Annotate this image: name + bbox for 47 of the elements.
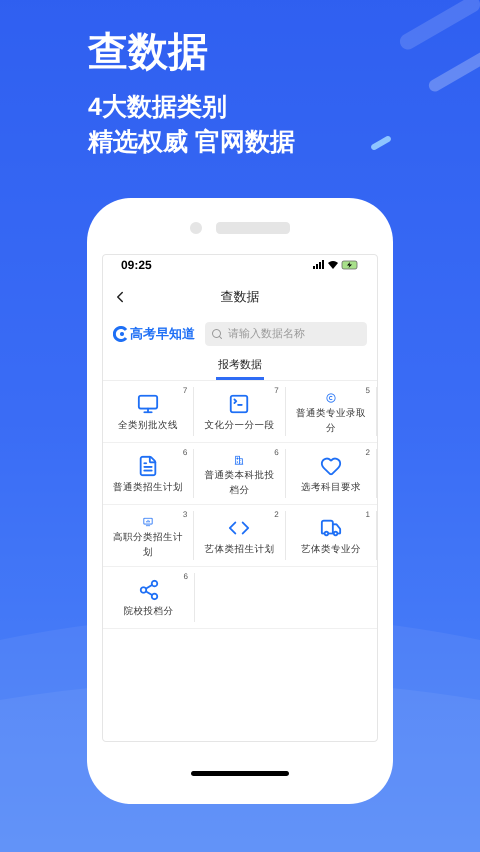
item-count: 6	[184, 570, 188, 582]
item-label: 高职分类招生计划	[112, 530, 184, 560]
terminal-icon	[228, 392, 250, 414]
item-count: 6	[274, 446, 279, 458]
category-item[interactable]: 普通类本科批投档分 6	[194, 448, 286, 498]
status-icons	[313, 260, 359, 270]
share-icon	[138, 578, 160, 600]
category-item[interactable]: 艺体类招生计划 2	[194, 510, 286, 560]
item-count: 1	[366, 508, 370, 520]
item-count: 7	[182, 384, 188, 396]
item-count: 2	[366, 446, 370, 458]
category-item[interactable]: 选考科目要求 2	[286, 448, 377, 498]
category-item[interactable]: 普通类专业录取分 5	[286, 386, 377, 436]
item-label: 选考科目要求	[300, 480, 362, 494]
search-field[interactable]: 请输入数据名称	[205, 322, 367, 346]
category-item[interactable]: 高职分类招生计划 3	[103, 510, 194, 560]
data-tab[interactable]: 报考数据	[216, 353, 264, 380]
item-label: 艺体类招生计划	[203, 542, 276, 556]
category-item[interactable]: 全类别批次线 7	[103, 386, 194, 436]
category-item[interactable]: 院校投档分 6	[103, 572, 195, 622]
brand-name: 高考早知道	[130, 325, 195, 344]
item-label: 普通类专业录取分	[294, 406, 367, 436]
item-count: 7	[274, 384, 279, 396]
search-icon	[211, 328, 223, 340]
item-count: 2	[274, 508, 279, 520]
heart-icon	[320, 454, 342, 476]
item-label: 院校投档分	[122, 604, 174, 618]
category-item[interactable]: 艺体类专业分 1	[286, 510, 377, 560]
item-label: 普通类招生计划	[112, 480, 184, 494]
item-count: 6	[182, 446, 188, 458]
camera-icon	[190, 222, 202, 234]
monitor-icon	[137, 392, 160, 414]
item-label: 全类别批次线	[117, 418, 180, 432]
item-label: 普通类本科批投档分	[203, 468, 276, 498]
item-label: 文化分一分一段	[203, 418, 276, 432]
nav-title: 查数据	[220, 288, 260, 306]
speaker-icon	[216, 222, 290, 234]
category-item[interactable]: 普通类招生计划 6	[103, 448, 194, 498]
item-count: 5	[366, 384, 370, 396]
hero-subtitle: 4大数据类别	[88, 92, 227, 123]
hero-subtitle: 精选权威 官网数据	[88, 127, 295, 158]
item-label: 艺体类专业分	[300, 542, 362, 556]
item-count: 3	[182, 508, 188, 520]
hero-title: 查数据	[88, 29, 209, 76]
category-item[interactable]: 文化分一分一段 7	[194, 386, 286, 436]
logo-icon	[113, 326, 129, 342]
status-time: 09:25	[121, 257, 152, 274]
